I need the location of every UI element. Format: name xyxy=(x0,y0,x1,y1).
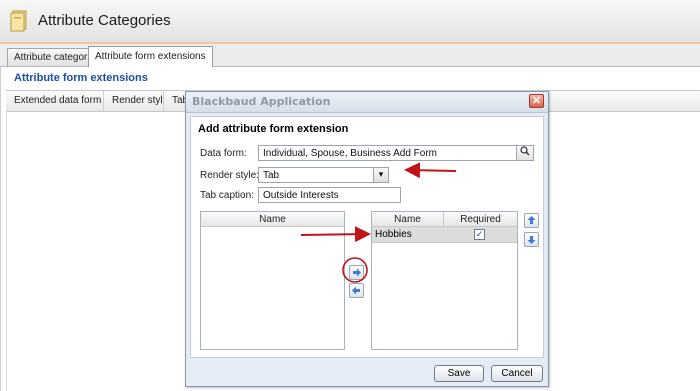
cancel-button[interactable]: Cancel xyxy=(491,365,543,382)
tab-attribute-form-extensions[interactable]: Attribute form extensions xyxy=(88,46,213,67)
render-style-select[interactable]: Tab ▾ xyxy=(258,167,389,183)
move-left-button[interactable] xyxy=(349,283,364,298)
column-header-extended-data-form[interactable]: Extended data form xyxy=(6,91,104,111)
row-name: Hobbies xyxy=(375,229,412,240)
render-style-value: Tab xyxy=(263,170,280,181)
tab-bar: Attribute categories Attribute form exte… xyxy=(0,44,700,67)
tab-caption-label: Tab caption: xyxy=(200,190,254,201)
required-checkbox[interactable]: ✓ xyxy=(474,229,485,240)
selected-name-header[interactable]: Name xyxy=(372,212,444,227)
tab-caption-value: Outside Interests xyxy=(263,190,339,201)
dialog-body: Add attribute form extension Data form: … xyxy=(190,116,544,358)
chevron-down-icon[interactable]: ▾ xyxy=(373,168,388,182)
render-style-label: Render style: xyxy=(200,170,259,181)
tab-caption-field[interactable]: Outside Interests xyxy=(258,187,401,203)
available-fields-list[interactable]: Name xyxy=(200,211,345,350)
data-form-label: Data form: xyxy=(200,148,247,159)
arrow-down-icon xyxy=(527,236,536,244)
move-down-button[interactable] xyxy=(524,232,539,247)
page-header: Attribute Categories xyxy=(0,0,700,44)
search-icon[interactable] xyxy=(516,146,533,160)
data-form-field[interactable]: Individual, Spouse, Business Add Form xyxy=(258,145,534,161)
close-icon[interactable]: ✕ xyxy=(529,94,544,108)
dialog-titlebar[interactable]: Blackbaud Application ✕ xyxy=(186,92,548,113)
folder-icon xyxy=(10,10,27,32)
arrow-up-icon xyxy=(527,216,536,224)
selected-fields-list[interactable]: Name Required Hobbies ✓ xyxy=(371,211,518,350)
data-form-value: Individual, Spouse, Business Add Form xyxy=(263,148,437,159)
table-row[interactable]: Hobbies ✓ xyxy=(372,227,517,243)
selected-required-header[interactable]: Required xyxy=(444,212,517,227)
page-title: Attribute Categories xyxy=(38,12,171,29)
column-header-render-style[interactable]: Render style xyxy=(104,91,164,111)
move-up-button[interactable] xyxy=(524,213,539,228)
grid-left-border xyxy=(6,110,7,391)
add-extension-dialog: Blackbaud Application ✕ Add attribute fo… xyxy=(185,91,549,387)
move-right-button[interactable] xyxy=(349,265,364,280)
arrow-left-icon xyxy=(352,286,360,295)
section-title: Attribute form extensions xyxy=(14,72,148,84)
dialog-heading: Add attribute form extension xyxy=(198,123,349,135)
available-name-header[interactable]: Name xyxy=(201,212,344,227)
dialog-title: Blackbaud Application xyxy=(192,95,331,108)
arrow-right-icon xyxy=(353,268,361,277)
save-button[interactable]: Save xyxy=(434,365,484,382)
